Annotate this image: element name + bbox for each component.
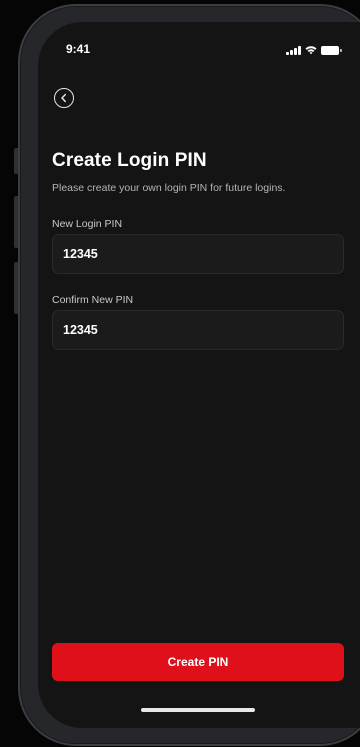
page-subtitle: Please create your own login PIN for fut… — [52, 182, 286, 194]
status-time: 9:41 — [66, 42, 91, 56]
cellular-signal-icon — [286, 46, 301, 55]
home-indicator — [141, 708, 255, 712]
new-pin-label: New Login PIN — [52, 218, 123, 230]
new-pin-input[interactable] — [52, 234, 344, 274]
confirm-pin-label: Confirm New PIN — [52, 294, 134, 306]
chevron-left-icon — [61, 93, 66, 103]
status-icons — [286, 45, 342, 55]
back-button[interactable] — [54, 88, 74, 108]
confirm-pin-input[interactable] — [52, 310, 344, 350]
wifi-icon — [305, 46, 316, 55]
page-title: Create Login PIN — [52, 150, 207, 171]
battery-icon — [320, 46, 342, 55]
status-bar: 9:41 — [38, 40, 360, 60]
create-pin-button[interactable]: Create PIN — [52, 643, 344, 681]
app-screen: 9:41 Create Login PIN Please create your… — [38, 22, 360, 728]
device-stage: 9:41 Create Login PIN Please create your… — [0, 0, 360, 747]
